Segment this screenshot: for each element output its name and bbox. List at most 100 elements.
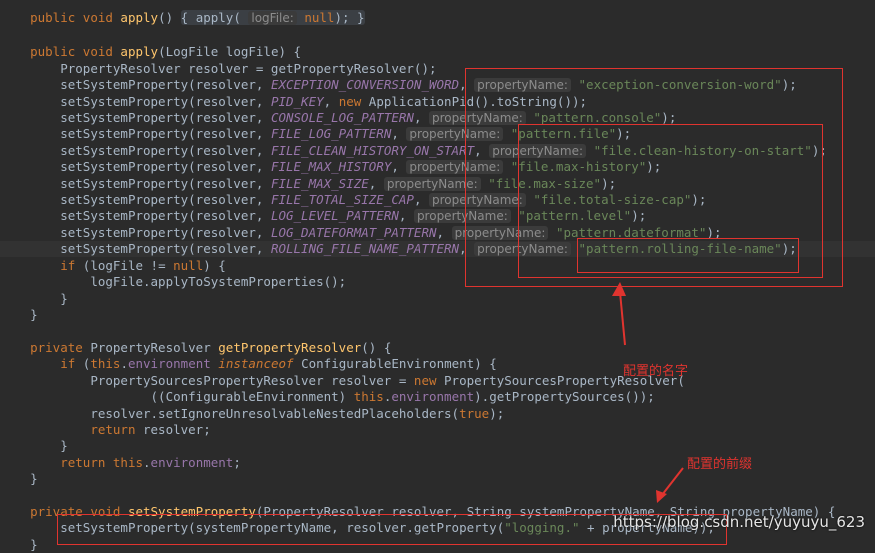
code-text: ); <box>646 159 662 174</box>
code-line: if (logFile != null) { <box>0 258 875 274</box>
code-line: public void apply(LogFile logFile) { <box>0 44 875 60</box>
keyword: this <box>353 389 384 404</box>
code-line: } <box>0 291 875 307</box>
constant: FILE_MAX_SIZE <box>270 176 369 191</box>
string-literal: "file.max-history" <box>510 159 647 174</box>
parameter-hint: propertyName: <box>474 242 571 256</box>
parameter-hint: propertyName: <box>429 193 526 207</box>
parameter-hint: propertyName: <box>451 226 549 240</box>
code-text: ); <box>811 143 827 158</box>
code-text: setSystemProperty(resolver, <box>60 143 271 158</box>
code-text: setSystemProperty(resolver, <box>60 126 271 141</box>
constant: LOG_LEVEL_PATTERN <box>270 208 399 223</box>
code-text: ); <box>489 406 505 421</box>
annotation-prefix-label: 配置的前缀 <box>687 457 753 472</box>
constant: ROLLING_FILE_NAME_PATTERN <box>270 241 460 256</box>
code-text: ); <box>781 241 797 256</box>
keyword: if <box>60 258 76 273</box>
keyword: private void <box>30 504 128 519</box>
code-line: resolver.setIgnoreUnresolvableNestedPlac… <box>0 406 875 422</box>
string-literal: "file.clean-history-on-start" <box>593 143 812 158</box>
keyword: return <box>60 455 106 470</box>
code-line-current: setSystemProperty(resolver, ROLLING_FILE… <box>0 241 875 257</box>
code-text: resolver.setIgnoreUnresolvableNestedPlac… <box>90 406 460 421</box>
code-text: ); <box>706 225 722 240</box>
code-line: setSystemProperty(resolver, FILE_MAX_HIS… <box>60 159 662 174</box>
code-line: } <box>0 438 875 454</box>
code-text: , <box>323 94 339 109</box>
code-text: } <box>30 471 38 486</box>
watermark: https://blog.csdn.net/yuyuyu_623 <box>613 513 865 531</box>
string-literal: "pattern.level" <box>518 208 632 223</box>
constant: EXCEPTION_CONVERSION_WORD <box>270 77 460 92</box>
code-text: ); <box>631 208 647 223</box>
code-line: setSystemProperty(resolver, FILE_CLEAN_H… <box>60 143 827 158</box>
code-text: setSystemProperty(resolver, <box>60 225 271 240</box>
keyword: return <box>90 422 136 437</box>
code-line: return resolver; <box>0 422 875 438</box>
code-text: } <box>30 537 38 552</box>
code-line: setSystemProperty(resolver, FILE_LOG_PAT… <box>60 126 632 141</box>
field: environment <box>127 356 211 371</box>
code-line: ((ConfigurableEnvironment) this.environm… <box>0 389 875 405</box>
code-text: resolver; <box>135 422 211 437</box>
keyword: this <box>90 356 121 371</box>
code-line: setSystemProperty(resolver, FILE_MAX_SIZ… <box>60 176 617 191</box>
field: environment <box>150 455 234 470</box>
code-text: logFile.applyToSystemProperties(); <box>90 274 347 289</box>
code-text: (logFile != <box>75 258 174 273</box>
code-line: private PropertyResolver getPropertyReso… <box>0 340 875 356</box>
parameter-hint: propertyName: <box>406 160 504 174</box>
field: environment <box>391 389 475 404</box>
constant: FILE_CLEAN_HISTORY_ON_START <box>270 143 475 158</box>
string-literal: "file.total-size-cap" <box>533 192 692 207</box>
string-literal: "exception-conversion-word" <box>578 77 782 92</box>
parameter-hint: propertyName: <box>406 127 504 141</box>
code-line: public void apply() { apply( logFile: nu… <box>0 10 875 26</box>
code-text: } <box>60 438 68 453</box>
code-text: PropertyResolver <box>82 340 219 355</box>
keyword: true <box>459 406 490 421</box>
keyword: public void <box>30 44 121 59</box>
constant: FILE_MAX_HISTORY <box>270 159 392 174</box>
code-text: setSystemProperty(resolver, <box>60 94 271 109</box>
code-text: (LogFile logFile) { <box>158 44 302 59</box>
code-text: ) { <box>203 258 226 273</box>
code-text: setSystemProperty(resolver, <box>60 176 271 191</box>
code-line: PropertyResolver resolver = getPropertyR… <box>0 61 875 77</box>
folded-code[interactable]: { apply( logFile: null); } <box>180 10 365 25</box>
code-text: ); } <box>334 10 365 25</box>
method-name: apply <box>120 44 159 59</box>
parameter-hint: propertyName: <box>413 209 511 223</box>
keyword: private <box>30 340 83 355</box>
code-text: ConfigurableEnvironment) { <box>293 356 497 371</box>
keyword: new <box>338 94 362 109</box>
code-text: ); <box>616 126 632 141</box>
method-name: apply <box>120 10 159 25</box>
code-line: if (this.environment instanceof Configur… <box>0 356 875 372</box>
parameter-hint: propertyName: <box>383 177 481 191</box>
code-line: logFile.applyToSystemProperties(); <box>0 274 875 290</box>
constant: PID_KEY <box>270 94 324 109</box>
code-text: ( <box>75 356 91 371</box>
code-line: setSystemProperty(resolver, LOG_DATEFORM… <box>60 225 722 240</box>
annotation-name-label: 配置的名字 <box>623 364 689 379</box>
code-text: ); <box>661 110 677 125</box>
code-text: . <box>120 356 128 371</box>
code-text: } <box>60 291 68 306</box>
keyword: if <box>60 356 76 371</box>
keyword: null <box>173 258 204 273</box>
string-literal: "pattern.dateformat" <box>555 225 707 240</box>
string-literal: "logging." <box>504 520 580 535</box>
constant: LOG_DATEFORMAT_PATTERN <box>270 225 437 240</box>
code-line: } <box>0 307 875 323</box>
parameter-hint: logFile: <box>248 11 297 25</box>
code-text: { apply( <box>180 10 249 25</box>
code-line: PropertySourcesPropertyResolver resolver… <box>0 373 875 389</box>
constant: FILE_LOG_PATTERN <box>270 126 392 141</box>
code-text: PropertySourcesPropertyResolver resolver… <box>90 373 414 388</box>
string-literal: "pattern.file" <box>510 126 617 141</box>
code-line: setSystemProperty(resolver, PID_KEY, new… <box>0 94 875 110</box>
code-text: ); <box>691 192 707 207</box>
